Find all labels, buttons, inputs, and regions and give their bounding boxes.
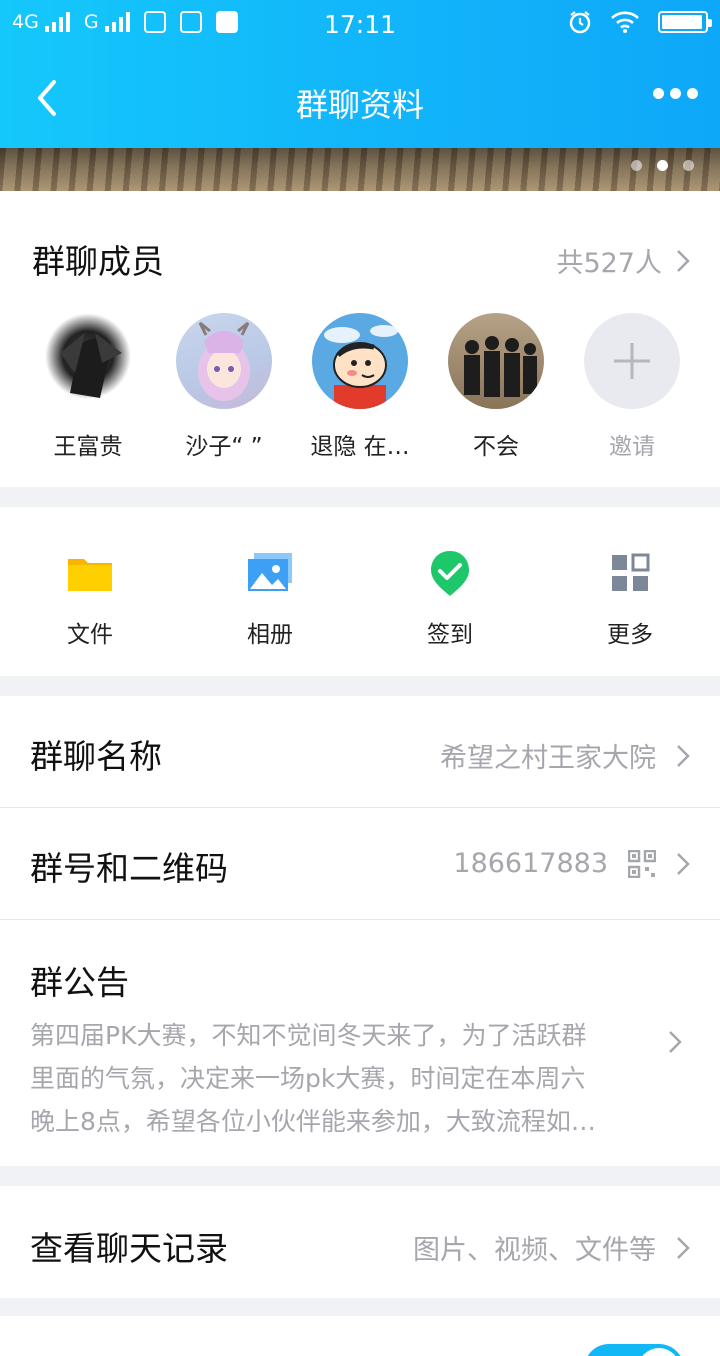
group-name-value: 希望之村王家大院	[440, 743, 656, 774]
avatar	[40, 313, 136, 409]
album-button[interactable]: 相册	[210, 549, 330, 649]
alarm-icon	[569, 11, 591, 34]
album-icon	[248, 553, 292, 591]
group-tools: 文件 相册 签到 更多	[0, 507, 720, 676]
group-name-row[interactable]: 群聊名称 希望之村王家大院	[0, 696, 720, 808]
member-item[interactable]: 不会	[428, 313, 564, 461]
album-label: 相册	[247, 622, 293, 648]
add-icon	[584, 313, 680, 409]
invite-label: 邀请	[609, 434, 655, 460]
page-title: 群聊资料	[295, 86, 424, 124]
avatar	[448, 313, 544, 409]
group-id-value: 186617883	[453, 848, 608, 879]
group-name-title: 群聊名称	[30, 737, 162, 776]
member-item[interactable]: 退隐 在…	[292, 313, 428, 461]
files-label: 文件	[67, 622, 113, 648]
group-id-title: 群号和二维码	[30, 849, 228, 888]
checkin-button[interactable]: 签到	[390, 549, 510, 649]
checkin-icon	[431, 551, 469, 596]
status-bar: 4G G 17:11	[0, 0, 720, 50]
more-tools-label: 更多	[607, 622, 653, 648]
members-count: 共527人	[556, 248, 662, 279]
files-button[interactable]: 文件	[30, 549, 150, 649]
member-name: 不会	[473, 434, 519, 460]
member-name: 沙子“ ”	[185, 434, 263, 460]
notice-line: 第四届PK大赛，不知不觉间冬天来了，为了活跃群	[30, 1021, 587, 1050]
group-notice-title: 群公告	[30, 963, 129, 1002]
chevron-right-icon	[677, 249, 690, 272]
group-notice-text: 第四届PK大赛，不知不觉间冬天来了，为了活跃群 里面的气氛，决定来一场pk大赛，…	[30, 1014, 670, 1143]
pager-dot	[631, 160, 642, 171]
more-tools-button[interactable]: 更多	[570, 549, 690, 649]
settings-row-partial	[0, 1316, 720, 1356]
member-name: 王富贵	[53, 434, 123, 460]
group-notice-row[interactable]: 群公告 第四届PK大赛，不知不觉间冬天来了，为了活跃群 里面的气氛，决定来一场p…	[0, 920, 720, 1166]
chevron-right-icon	[677, 852, 690, 875]
notice-line: 里面的气氛，决定来一场pk大赛，时间定在本周六	[30, 1064, 586, 1093]
setting-toggle[interactable]	[584, 1344, 684, 1356]
chevron-right-icon	[677, 744, 690, 767]
header: 4G G 17:11 群聊资料	[0, 0, 720, 148]
invite-member-button[interactable]: 邀请	[564, 313, 700, 461]
more-options-icon[interactable]	[653, 88, 698, 99]
battery-icon	[658, 11, 712, 33]
pager-dot	[683, 160, 694, 171]
group-cover-banner[interactable]	[0, 148, 720, 191]
qr-code-icon	[628, 849, 656, 878]
member-name: 退隐 在…	[310, 434, 410, 460]
pager-dot-active	[657, 160, 668, 171]
chat-history-hint: 图片、视频、文件等	[413, 1235, 656, 1266]
member-item[interactable]: 王富贵	[20, 313, 156, 461]
member-item[interactable]: 沙子“ ”	[156, 313, 292, 461]
members-count-link[interactable]: 共527人	[556, 241, 690, 280]
checkin-label: 签到	[427, 622, 473, 648]
chat-history-title: 查看聊天记录	[30, 1229, 228, 1268]
banner-pager	[631, 160, 694, 171]
group-id-row[interactable]: 群号和二维码 186617883	[0, 808, 720, 920]
notice-line: 晚上8点，希望各位小伙伴能来参加，大致流程如…	[30, 1107, 596, 1136]
nav-bar: 群聊资料	[0, 50, 720, 148]
avatar	[176, 313, 272, 409]
folder-icon	[68, 559, 112, 591]
chat-history-row[interactable]: 查看聊天记录 图片、视频、文件等	[0, 1186, 720, 1298]
avatar	[312, 313, 408, 409]
members-title: 群聊成员	[32, 242, 164, 281]
grid-icon	[612, 553, 650, 591]
members-section: 群聊成员 共527人 王富贵 沙子“ ” 退隐 在… 不会 邀请	[0, 191, 720, 487]
chevron-right-icon	[669, 1031, 682, 1053]
wifi-icon	[611, 11, 639, 33]
chevron-right-icon	[677, 1236, 690, 1259]
